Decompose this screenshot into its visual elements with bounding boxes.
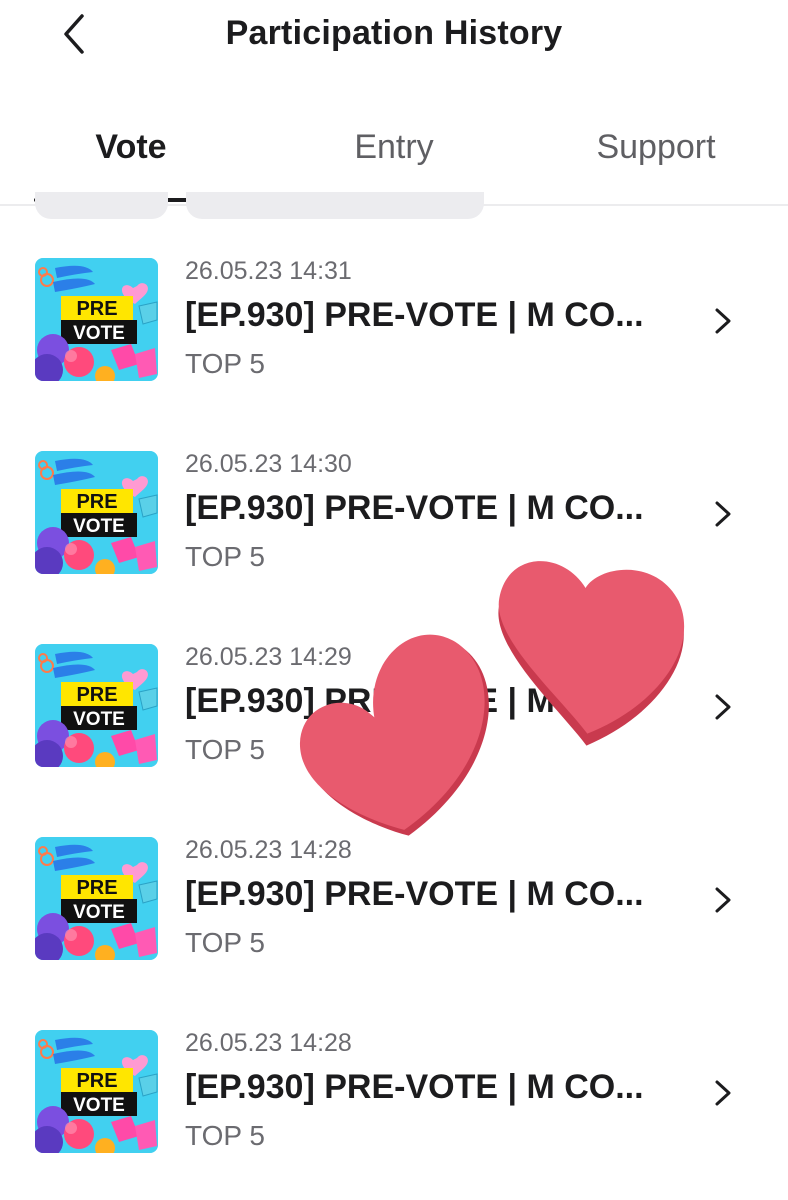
item-title: [EP.930] PRE-VOTE | M CO... — [185, 489, 644, 527]
svg-text:VOTE: VOTE — [73, 902, 125, 923]
chevron-right-icon — [715, 308, 731, 334]
item-title: [EP.930] PRE-VOTE | M CO... — [185, 296, 644, 334]
chevron-right-icon — [715, 887, 731, 913]
vote-thumbnail: PRE VOTE — [35, 1030, 158, 1153]
chevron-right-icon — [715, 694, 731, 720]
item-title: [EP.930] PRE-VOTE | M CO... — [185, 1068, 644, 1106]
participation-history-screen: Participation History Vote Entry Support… — [0, 0, 788, 1200]
page-title: Participation History — [225, 14, 563, 52]
item-date: 26.05.23 14:29 — [185, 643, 352, 671]
svg-text:PRE: PRE — [76, 298, 117, 320]
item-title: [EP.930] PRE-VOTE | M CO... — [185, 682, 644, 720]
history-item[interactable]: PRE VOTE 26.05.23 14:31 [EP.930] PRE-VOT… — [0, 230, 788, 400]
vote-thumbnail: PRE VOTE — [35, 451, 158, 574]
svg-text:VOTE: VOTE — [73, 323, 125, 344]
svg-text:VOTE: VOTE — [73, 516, 125, 537]
item-date: 26.05.23 14:28 — [185, 836, 352, 864]
svg-text:VOTE: VOTE — [73, 709, 125, 730]
svg-text:VOTE: VOTE — [73, 1095, 125, 1116]
history-item[interactable]: PRE VOTE 26.05.23 14:29 [EP.930] PRE-VOT… — [0, 616, 788, 786]
svg-text:PRE: PRE — [76, 877, 117, 899]
vote-thumbnail: PRE VOTE — [35, 258, 158, 381]
chevron-right-icon — [715, 1080, 731, 1106]
tab-support[interactable]: Support — [556, 128, 756, 188]
item-subtitle: TOP 5 — [185, 734, 265, 765]
svg-text:PRE: PRE — [76, 684, 117, 706]
item-date: 26.05.23 14:31 — [185, 257, 352, 285]
svg-text:PRE: PRE — [76, 491, 117, 513]
chevron-right-icon — [715, 501, 731, 527]
filter-chip[interactable] — [35, 192, 168, 219]
history-item[interactable]: PRE VOTE 26.05.23 14:28 [EP.930] PRE-VOT… — [0, 1002, 788, 1172]
history-item[interactable]: PRE VOTE 26.05.23 14:28 [EP.930] PRE-VOT… — [0, 809, 788, 979]
item-date: 26.05.23 14:30 — [185, 450, 352, 478]
filter-chip[interactable] — [186, 192, 484, 219]
history-item[interactable]: PRE VOTE 26.05.23 14:30 [EP.930] PRE-VOT… — [0, 423, 788, 593]
item-date: 26.05.23 14:28 — [185, 1029, 352, 1057]
vote-thumbnail: PRE VOTE — [35, 644, 158, 767]
item-subtitle: TOP 5 — [185, 348, 265, 379]
item-subtitle: TOP 5 — [185, 1120, 265, 1151]
item-subtitle: TOP 5 — [185, 541, 265, 572]
item-title: [EP.930] PRE-VOTE | M CO... — [185, 875, 644, 913]
top-bar: Participation History — [0, 0, 788, 70]
item-subtitle: TOP 5 — [185, 927, 265, 958]
svg-text:PRE: PRE — [76, 1070, 117, 1092]
tab-vote[interactable]: Vote — [34, 128, 228, 188]
vote-thumbnail: PRE VOTE — [35, 837, 158, 960]
tab-entry[interactable]: Entry — [298, 128, 490, 188]
